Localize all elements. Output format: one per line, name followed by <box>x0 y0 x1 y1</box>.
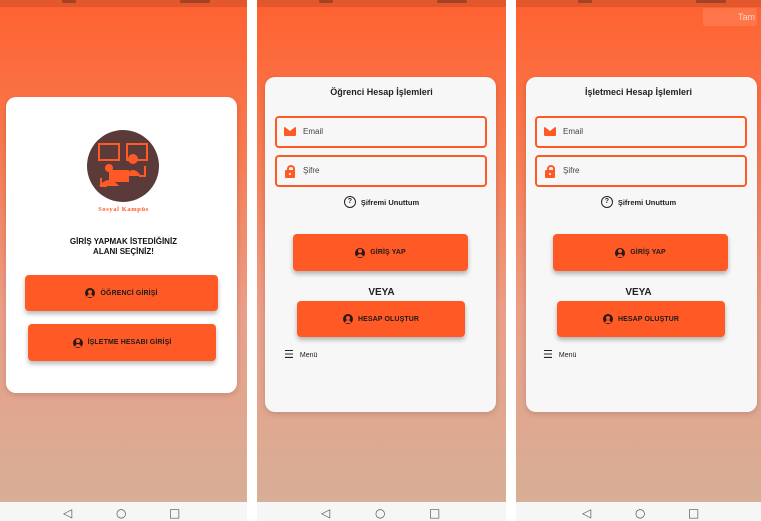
business-login-button[interactable]: İŞLETME HESABI GİRİŞİ <box>28 324 216 361</box>
account-circle-icon <box>72 337 83 348</box>
logo-text: Sosyal Kampüs <box>98 206 149 213</box>
email-field[interactable]: Email <box>275 116 487 148</box>
sosyal-kampus-logo <box>87 130 159 202</box>
login-label: GİRİŞ YAP <box>370 249 406 256</box>
login-button[interactable]: GİRİŞ YAP <box>553 234 728 271</box>
nav-recents-icon[interactable]: □ <box>688 507 699 519</box>
email-placeholder: Email <box>303 127 324 136</box>
card-title: İşletmeci Hesap İşlemleri <box>584 87 693 97</box>
email-icon <box>284 127 296 136</box>
email-placeholder: Email <box>563 127 584 136</box>
forgot-password-link[interactable]: ? Şifremi Unuttum <box>257 196 506 208</box>
account-circle-icon <box>615 247 626 258</box>
nav-back-icon[interactable]: ◁ <box>63 507 72 519</box>
password-field[interactable]: Şifre <box>535 155 747 187</box>
nav-back-icon[interactable]: ◁ <box>582 507 591 519</box>
create-account-button[interactable]: HESAP OLUŞTUR <box>557 301 725 337</box>
menu-open-icon: ☰ <box>284 348 294 361</box>
logo-graphic <box>98 143 148 187</box>
student-login-button[interactable]: ÖĞRENCİ GİRİŞİ <box>25 275 218 311</box>
forgot-password-label: Şifremi Unuttum <box>360 197 420 207</box>
card-title: Öğrenci Hesap İşlemleri <box>330 87 433 97</box>
nav-back-icon[interactable]: ◁ <box>321 507 330 519</box>
create-account-label: HESAP OLUŞTUR <box>357 315 420 323</box>
email-icon <box>544 127 556 136</box>
menu-label: Menü <box>558 351 577 359</box>
lock-icon <box>285 165 295 178</box>
prompt-line-1: GİRİŞ YAPMAK İSTEDİĞİNİZ <box>69 237 178 246</box>
lock-icon <box>545 165 555 178</box>
password-field[interactable]: Şifre <box>275 155 487 187</box>
status-icons-left <box>62 0 76 3</box>
menu-open-icon: ☰ <box>543 348 553 361</box>
forgot-password-label: Şifremi Unuttum <box>617 197 677 207</box>
status-icons-left <box>578 0 592 3</box>
status-bar <box>516 0 761 7</box>
or-divider: VEYA <box>368 287 395 298</box>
business-login-label: İŞLETME HESABI GİRİŞİ <box>87 339 172 346</box>
phone-screen-student-account: Öğrenci Hesap İşlemleri Email Şifre ? Şi… <box>257 0 506 521</box>
email-field[interactable]: Email <box>535 116 747 148</box>
account-circle-icon <box>355 247 366 258</box>
status-icons-right <box>696 0 726 3</box>
login-button[interactable]: GİRİŞ YAP <box>293 234 468 271</box>
or-divider: VEYA <box>625 287 652 298</box>
student-login-label: ÖĞRENCİ GİRİŞİ <box>100 289 158 297</box>
status-bar <box>0 0 247 7</box>
nav-home-icon[interactable]: ○ <box>116 507 126 519</box>
role-prompt: GİRİŞ YAPMAK İSTEDİĞİNİZ ALANI SEÇİNİZ! <box>20 237 227 257</box>
status-icons-right <box>180 0 210 3</box>
menu-label: Menü <box>299 351 318 359</box>
phone-screen-business-account: Tam İşletmeci Hesap İşlemleri Email Şifr… <box>516 0 761 521</box>
password-placeholder: Şifre <box>303 166 320 175</box>
prompt-line-2: ALANI SEÇİNİZ! <box>93 247 154 256</box>
status-bar <box>257 0 506 7</box>
nav-recents-icon[interactable]: □ <box>169 507 180 519</box>
create-account-label: HESAP OLUŞTUR <box>617 315 680 323</box>
account-circle-icon <box>342 314 353 324</box>
phone-screen-role-select: Sosyal Kampüs GİRİŞ YAPMAK İSTEDİĞİNİZ A… <box>0 0 247 521</box>
nav-home-icon[interactable]: ○ <box>635 507 645 519</box>
help-circle-icon: ? <box>600 196 613 208</box>
account-circle-icon <box>602 314 613 324</box>
forgot-password-link[interactable]: ? Şifremi Unuttum <box>516 196 761 208</box>
nav-home-icon[interactable]: ○ <box>375 507 385 519</box>
status-icons-right <box>437 0 467 3</box>
password-placeholder: Şifre <box>563 166 580 175</box>
login-label: GİRİŞ YAP <box>630 249 666 256</box>
menu-link[interactable]: ☰ Menü <box>543 348 577 361</box>
help-circle-icon: ? <box>343 196 356 208</box>
status-icons-left <box>319 0 333 3</box>
fullscreen-overlay[interactable]: Tam <box>703 8 757 26</box>
create-account-button[interactable]: HESAP OLUŞTUR <box>297 301 465 337</box>
nav-recents-icon[interactable]: □ <box>429 507 440 519</box>
menu-link[interactable]: ☰ Menü <box>284 348 318 361</box>
account-circle-icon <box>85 288 96 298</box>
